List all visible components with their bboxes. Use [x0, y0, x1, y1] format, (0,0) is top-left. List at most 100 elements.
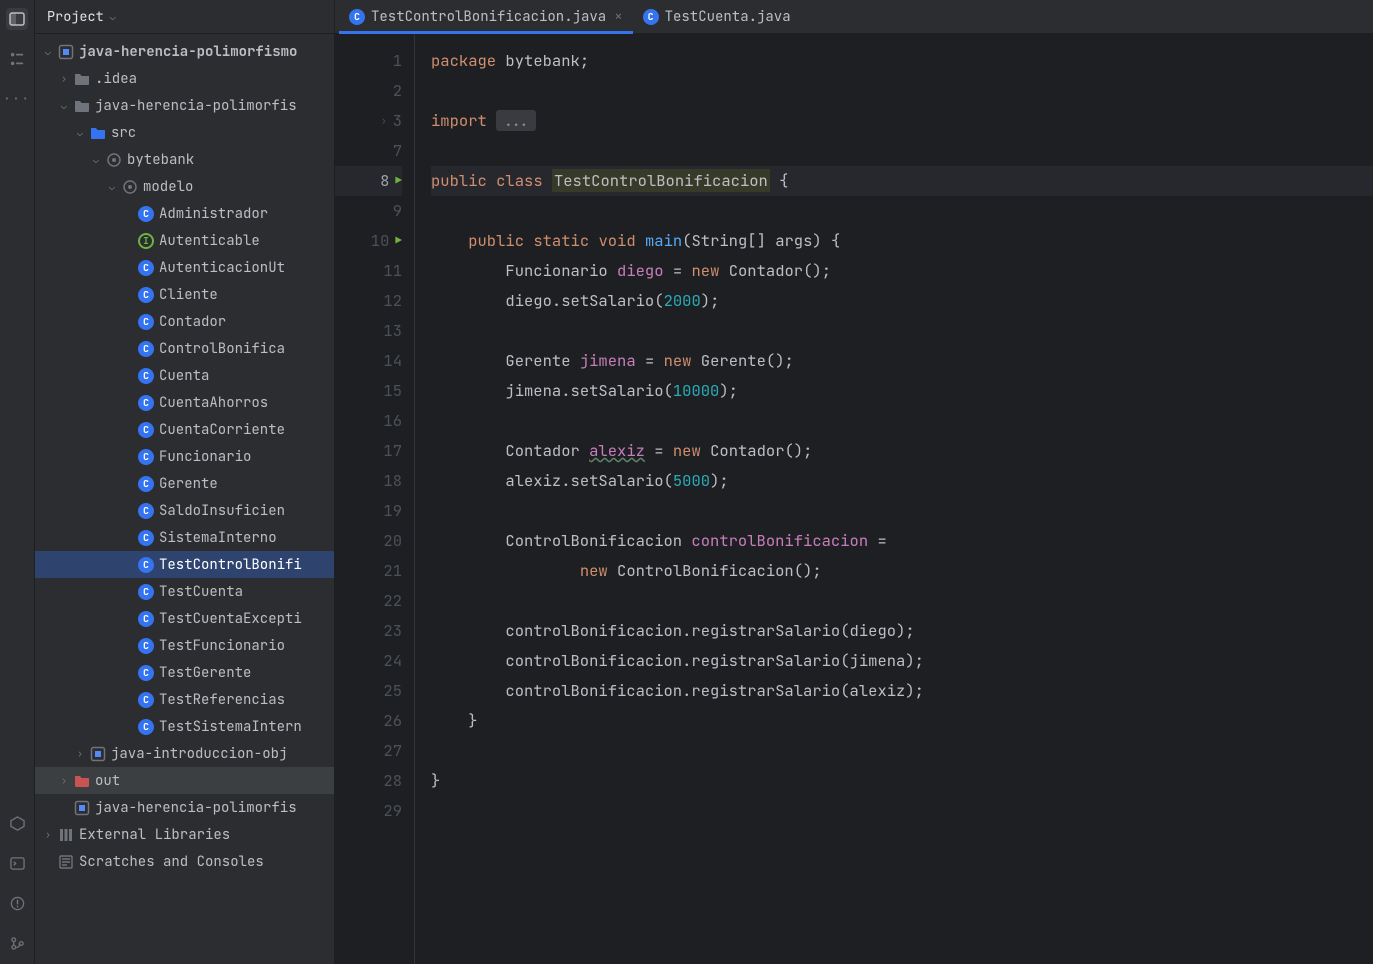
gutter-line[interactable]: 25 — [335, 676, 402, 706]
code-line[interactable]: public static void main(String[] args) { — [431, 226, 1373, 256]
code-line[interactable]: Gerente jimena = new Gerente(); — [431, 346, 1373, 376]
gutter-line[interactable]: 26 — [335, 706, 402, 736]
problems-tool-icon[interactable] — [6, 892, 28, 914]
gutter-line[interactable]: 7 — [335, 136, 402, 166]
editor-tab[interactable]: TestCuenta.java — [633, 0, 801, 34]
tree-item[interactable]: TestGerente — [35, 659, 334, 686]
tree-item[interactable]: TestFuncionario — [35, 632, 334, 659]
gutter-line[interactable]: 1 — [335, 46, 402, 76]
structure-tool-icon[interactable] — [6, 48, 28, 70]
project-tree[interactable]: ⌄java-herencia-polimorfismo›.idea⌄java-h… — [35, 34, 334, 964]
tree-chevron-icon[interactable]: › — [41, 828, 55, 841]
gutter-line[interactable]: 9 — [335, 196, 402, 226]
tree-item[interactable]: ›java-introduccion-obj — [35, 740, 334, 767]
tree-chevron-icon[interactable]: › — [57, 774, 71, 787]
tree-item[interactable]: java-herencia-polimorfis — [35, 794, 334, 821]
tree-item[interactable]: ›out — [35, 767, 334, 794]
tree-item[interactable]: Cuenta — [35, 362, 334, 389]
tree-item[interactable]: Funcionario — [35, 443, 334, 470]
tree-item[interactable]: TestReferencias — [35, 686, 334, 713]
gutter-line[interactable]: 28 — [335, 766, 402, 796]
gutter-line[interactable]: 23 — [335, 616, 402, 646]
tree-item[interactable]: CuentaCorriente — [35, 416, 334, 443]
code-line[interactable]: alexiz.setSalario(5000); — [431, 466, 1373, 496]
code-line[interactable]: } — [431, 766, 1373, 796]
gutter-line[interactable]: 14 — [335, 346, 402, 376]
tree-item[interactable]: Cliente — [35, 281, 334, 308]
gutter-line[interactable]: 11 — [335, 256, 402, 286]
gutter-line[interactable]: 15 — [335, 376, 402, 406]
code-line[interactable]: controlBonificacion.registrarSalario(ale… — [431, 676, 1373, 706]
gutter-line[interactable]: 2 — [335, 76, 402, 106]
code-line[interactable] — [431, 796, 1373, 826]
tree-chevron-icon[interactable]: › — [73, 747, 87, 760]
code-line[interactable]: controlBonificacion.registrarSalario(die… — [431, 616, 1373, 646]
vcs-tool-icon[interactable] — [6, 932, 28, 954]
code-line[interactable] — [431, 496, 1373, 526]
tree-item[interactable]: TestCuenta — [35, 578, 334, 605]
code-line[interactable]: } — [431, 706, 1373, 736]
run-gutter-icon[interactable]: ▶ — [395, 226, 402, 256]
tree-item[interactable]: TestSistemaIntern — [35, 713, 334, 740]
sidebar-header[interactable]: Project ⌄ — [35, 0, 334, 34]
tree-item[interactable]: TestControlBonifi — [35, 551, 334, 578]
gutter-line[interactable]: 24 — [335, 646, 402, 676]
tree-item[interactable]: Gerente — [35, 470, 334, 497]
code-line[interactable] — [431, 406, 1373, 436]
gutter-line[interactable]: 22 — [335, 586, 402, 616]
gutter-line[interactable]: 21 — [335, 556, 402, 586]
tree-chevron-icon[interactable]: ⌄ — [57, 99, 71, 112]
code-line[interactable]: package bytebank; — [431, 46, 1373, 76]
tree-item[interactable]: ›.idea — [35, 65, 334, 92]
gutter-line[interactable]: 12 — [335, 286, 402, 316]
code-line[interactable]: jimena.setSalario(10000); — [431, 376, 1373, 406]
gutter-line[interactable]: 10▶ — [335, 226, 402, 256]
tree-item[interactable]: ›External Libraries — [35, 821, 334, 848]
tree-item[interactable]: Contador — [35, 308, 334, 335]
tree-item[interactable]: CuentaAhorros — [35, 389, 334, 416]
tree-item[interactable]: ⌄bytebank — [35, 146, 334, 173]
gutter-line[interactable]: 18 — [335, 466, 402, 496]
gutter-line[interactable]: 17 — [335, 436, 402, 466]
run-gutter-icon[interactable]: ▶ — [395, 166, 402, 196]
code-line[interactable] — [431, 136, 1373, 166]
tree-item[interactable]: ⌄src — [35, 119, 334, 146]
tree-item[interactable]: ⌄java-herencia-polimorfis — [35, 92, 334, 119]
code-line[interactable]: controlBonificacion.registrarSalario(jim… — [431, 646, 1373, 676]
tree-item[interactable]: SaldoInsuficien — [35, 497, 334, 524]
tree-item[interactable]: TestCuentaExcepti — [35, 605, 334, 632]
tree-item[interactable]: ControlBonifica — [35, 335, 334, 362]
code-line[interactable]: Funcionario diego = new Contador(); — [431, 256, 1373, 286]
code-line[interactable] — [431, 736, 1373, 766]
gutter-line[interactable]: 27 — [335, 736, 402, 766]
tree-chevron-icon[interactable]: › — [57, 72, 71, 85]
code-line[interactable]: import ... — [431, 106, 1373, 136]
code-line[interactable]: Contador alexiz = new Contador(); — [431, 436, 1373, 466]
gutter-line[interactable]: 29 — [335, 796, 402, 826]
gutter-line[interactable]: 13 — [335, 316, 402, 346]
fold-icon[interactable]: › — [381, 106, 387, 136]
more-tools-icon[interactable]: ··· — [6, 88, 28, 110]
tree-item[interactable]: AutenticacionUt — [35, 254, 334, 281]
tree-chevron-icon[interactable]: ⌄ — [89, 153, 103, 166]
editor-tab[interactable]: TestControlBonificacion.java× — [339, 0, 633, 34]
tree-item[interactable]: ⌄modelo — [35, 173, 334, 200]
code-line[interactable] — [431, 586, 1373, 616]
code-line[interactable] — [431, 316, 1373, 346]
gutter-line[interactable]: 16 — [335, 406, 402, 436]
code-line[interactable] — [431, 196, 1373, 226]
tree-chevron-icon[interactable]: ⌄ — [41, 45, 55, 58]
code-line[interactable] — [431, 76, 1373, 106]
code-line[interactable]: ControlBonificacion controlBonificacion … — [431, 526, 1373, 556]
gutter-line[interactable]: 20 — [335, 526, 402, 556]
gutter-line[interactable]: 8▶ — [335, 166, 402, 196]
close-icon[interactable]: × — [614, 8, 622, 26]
gutter-line[interactable]: 19 — [335, 496, 402, 526]
terminal-tool-icon[interactable] — [6, 852, 28, 874]
gutter-line[interactable]: ›3 — [335, 106, 402, 136]
tree-item[interactable]: Scratches and Consoles — [35, 848, 334, 875]
tree-chevron-icon[interactable]: ⌄ — [105, 180, 119, 193]
code-line[interactable]: public class TestControlBonificacion { — [431, 166, 1373, 196]
code-line[interactable]: new ControlBonificacion(); — [431, 556, 1373, 586]
editor-code[interactable]: package bytebank; import ... public clas… — [415, 34, 1373, 964]
